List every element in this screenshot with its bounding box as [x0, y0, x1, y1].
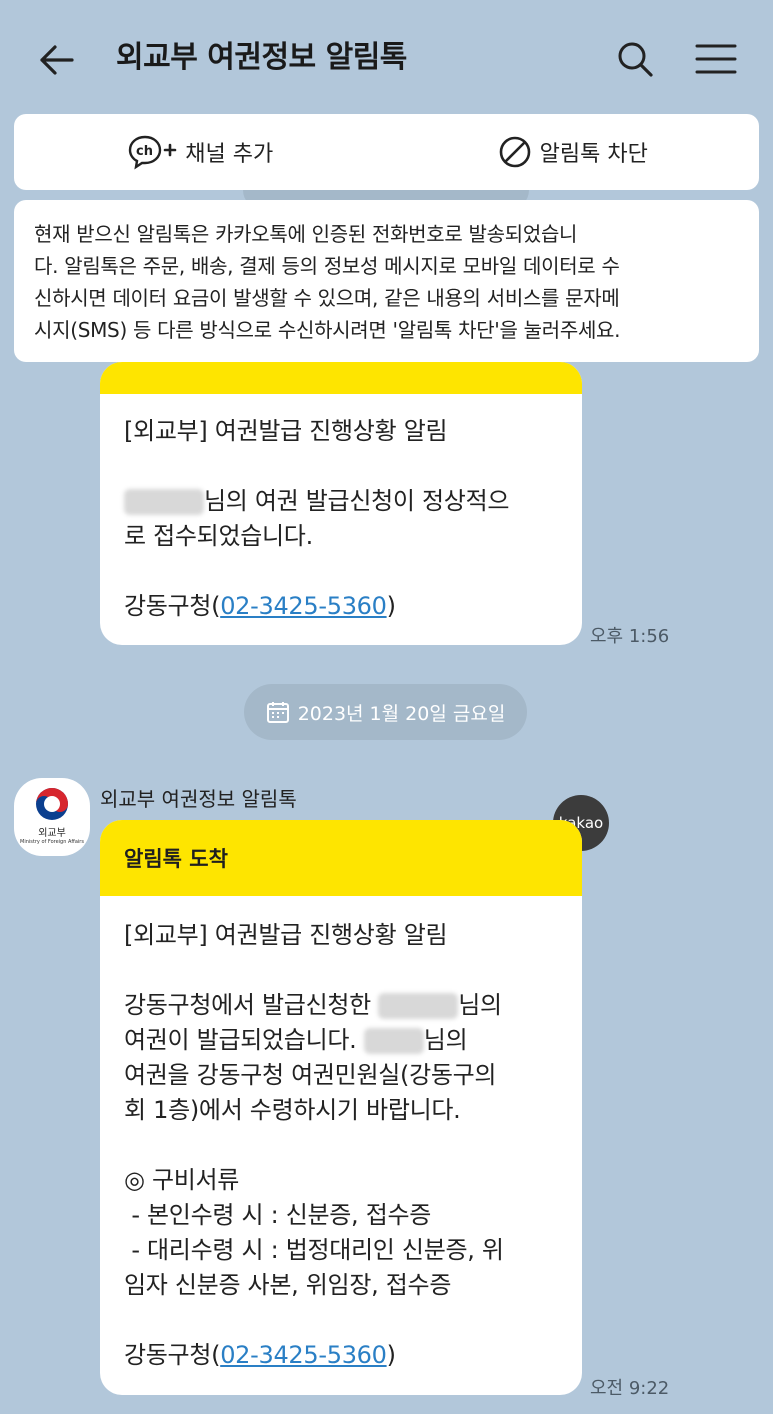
notice-line: 신하시면 데이터 요금이 발생할 수 있으며, 같은 내용의 서비스를 문자메: [34, 286, 620, 310]
bubble-header: [100, 362, 582, 394]
message-line: 강동구청에서 발급신청한 님의: [124, 991, 502, 1019]
message-line: 강동구청(02-3425-5360): [124, 592, 396, 620]
date-divider-label: 2023년 1월 20일 금요일: [297, 702, 506, 725]
phone-link[interactable]: 02-3425-5360: [220, 1341, 387, 1369]
search-button[interactable]: [612, 36, 658, 82]
avatar-org-name: 외교부: [38, 828, 66, 839]
calendar-icon: [266, 702, 289, 723]
hamburger-menu-icon: [695, 44, 737, 74]
message-line: [외교부] 여권발급 진행상황 알림: [124, 417, 448, 445]
message-line: ◎ 구비서류: [124, 1166, 240, 1194]
channel-add-icon: ch: [129, 135, 177, 170]
search-icon: [618, 42, 653, 77]
notice-line: 다. 알림톡은 주문, 배송, 결제 등의 정보성 메시지로 모바일 데이터로 …: [34, 254, 620, 278]
bubble-body: [외교부] 여권발급 진행상황 알림 강동구청에서 발급신청한 님의 여권이 발…: [100, 896, 582, 1393]
message-line: 로 접수되었습니다.: [124, 522, 313, 550]
message-line: [124, 449, 558, 484]
message-line: 님의 여권 발급신청이 정상적으: [124, 484, 558, 519]
message-line: - 본인수령 시 : 신분증, 접수증: [124, 1201, 432, 1229]
redacted-name: [124, 489, 204, 515]
message-bubble: [외교부] 여권발급 진행상황 알림 님의 여권 발급신청이 정상적으 로 접수…: [100, 362, 582, 645]
add-channel-label: 채널 추가: [185, 142, 274, 167]
block-alimtalk-label: 알림톡 차단: [539, 142, 648, 167]
message-bubble: 알림톡 도착 [외교부] 여권발급 진행상황 알림 강동구청에서 발급신청한 님…: [100, 820, 582, 1395]
message-line: [외교부] 여권발급 진행상황 알림: [124, 921, 448, 949]
korea-emblem-icon: [36, 788, 68, 820]
message-line: 강동구청(02-3425-5360): [124, 1341, 396, 1369]
date-divider: 2023년 1월 20일 금요일: [244, 684, 527, 740]
sender-avatar[interactable]: 외교부 Ministry of Foreign Affairs: [14, 778, 90, 856]
redacted-name: [363, 1028, 424, 1054]
add-channel-button[interactable]: ch 채널 추가: [14, 114, 387, 190]
block-icon: [499, 136, 530, 168]
block-alimtalk-button[interactable]: 알림톡 차단: [387, 114, 760, 190]
message-line: [124, 953, 558, 988]
phone-link[interactable]: 02-3425-5360: [220, 592, 387, 620]
menu-button[interactable]: [692, 36, 740, 82]
top-bar: 외교부 여권정보 알림톡: [0, 0, 773, 115]
sender-name: 외교부 여권정보 알림톡: [100, 787, 297, 811]
notice-line: 현재 받으신 알림톡은 카카오톡에 인증된 전화번호로 발송되었습니: [34, 222, 578, 246]
message-line: [124, 1128, 558, 1163]
message-line: - 대리수령 시 : 법정대리인 신분증, 위: [124, 1236, 504, 1264]
bubble-body: [외교부] 여권발급 진행상황 알림 님의 여권 발급신청이 정상적으 로 접수…: [100, 394, 582, 644]
alimtalk-notice: 현재 받으신 알림톡은 카카오톡에 인증된 전화번호로 발송되었습니 다. 알림…: [14, 200, 759, 362]
message-line: 임자 신분증 사본, 위임장, 접수증: [124, 1271, 452, 1299]
channel-action-bar: ch 채널 추가 알림톡 차단: [14, 114, 759, 190]
message-line: 회 1층)에서 수령하시기 바랍니다.: [124, 1096, 461, 1124]
message-line: 여권을 강동구청 여권민원실(강동구의: [124, 1061, 497, 1089]
chat-title: 외교부 여권정보 알림톡: [116, 40, 407, 75]
message-time: 오전 9:22: [590, 1378, 670, 1399]
message-line: [124, 1303, 558, 1338]
notice-line: 시지(SMS) 등 다른 방식으로 수신하시려면 '알림톡 차단'을 눌러주세요…: [34, 318, 621, 342]
redacted-name: [378, 993, 459, 1019]
message-line: [124, 554, 558, 589]
svg-text:ch: ch: [136, 144, 153, 159]
bubble-header: 알림톡 도착: [100, 820, 582, 896]
message-line: 여권이 발급되었습니다. 님의: [124, 1026, 468, 1054]
avatar-org-en: Ministry of Foreign Affairs: [20, 839, 84, 845]
arrow-left-icon: [40, 45, 74, 75]
message-time: 오후 1:56: [590, 626, 670, 647]
back-button[interactable]: [34, 38, 78, 82]
